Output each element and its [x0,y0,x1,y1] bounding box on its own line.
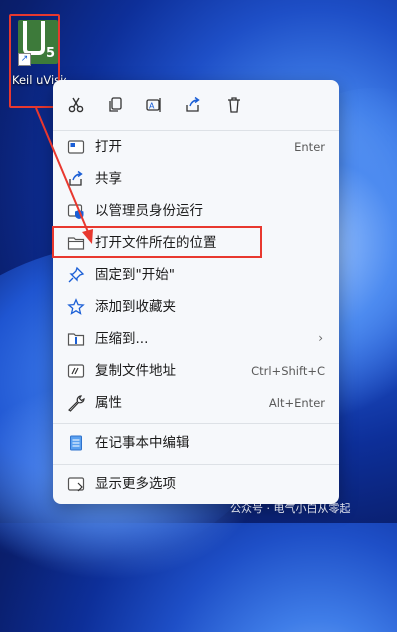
annotation-arrow [35,107,93,244]
watermark-text: 公众号 · 电气小白从零起 [230,502,351,515]
